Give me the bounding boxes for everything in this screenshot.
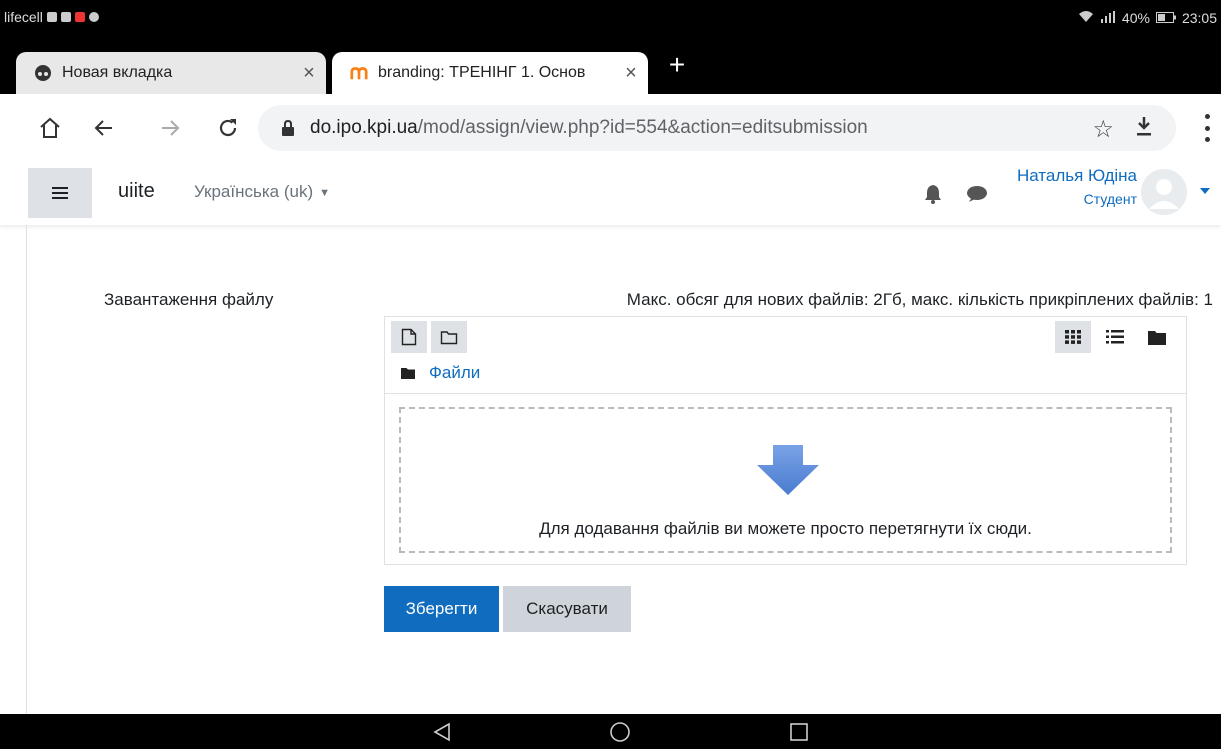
nav-recents-button[interactable]	[787, 720, 811, 744]
chrome-notification-icon	[60, 12, 71, 22]
file-picker: Файли Для додавання файлів ви можете про…	[384, 316, 1187, 565]
folder-icon	[401, 368, 415, 379]
status-left: lifecell	[4, 9, 99, 25]
down-arrow-icon	[757, 445, 819, 495]
nav-back-button[interactable]	[430, 720, 454, 744]
bookmark-star-icon[interactable]: ☆	[1092, 115, 1114, 144]
file-icon	[401, 328, 417, 346]
folder-files-link[interactable]: Файли	[429, 363, 480, 383]
close-tab-icon[interactable]: ×	[292, 62, 326, 85]
lock-icon	[274, 119, 302, 137]
browser-tab-strip: Новая вкладка × branding: ТРЕНІНГ 1. Осн…	[0, 38, 1221, 94]
android-status-bar: lifecell 40% 23:05	[0, 0, 1221, 38]
web-page: uiite Українська (uk) ▼ Наталья Юдіна Сту…	[0, 162, 1221, 714]
tab-title: branding: ТРЕНІНГ 1. Основ	[378, 64, 586, 81]
user-avatar-icon	[1141, 169, 1187, 215]
drop-zone-message: Для додавання файлів ви можете просто пе…	[539, 519, 1032, 538]
breadcrumb: Файли	[401, 361, 480, 385]
folder-icon	[1148, 330, 1166, 345]
battery-percent: 40%	[1121, 9, 1150, 26]
view-list-button[interactable]	[1097, 321, 1133, 353]
upload-limits-text: Макс. обсяг для нових файлів: 2Гб, макс.…	[626, 290, 1213, 309]
android-navigation-bar	[0, 714, 1221, 749]
circle-home-icon	[610, 722, 630, 742]
download-icon[interactable]	[1134, 115, 1154, 143]
messages-icon[interactable]	[966, 185, 988, 203]
back-arrow-icon	[94, 120, 112, 136]
home-icon	[40, 117, 60, 138]
list-view-icon	[1106, 330, 1124, 344]
reload-button[interactable]	[208, 108, 248, 148]
caret-down-icon: ▼	[319, 186, 331, 199]
reload-icon	[219, 119, 237, 137]
site-brand[interactable]: uiite	[118, 180, 155, 203]
user-name[interactable]: Наталья Юдіна	[1017, 166, 1137, 186]
mail-icon	[46, 12, 57, 22]
tab-title: Новая вкладка	[62, 64, 173, 81]
square-recents-icon	[790, 723, 808, 741]
file-picker-toolbar	[385, 317, 1186, 357]
divider	[385, 393, 1186, 394]
signal-icon	[1100, 10, 1116, 26]
message-icon	[88, 12, 99, 22]
hamburger-icon	[52, 187, 68, 199]
forward-arrow-icon	[162, 120, 180, 136]
url-host: do.ipo.kpi.ua	[310, 117, 418, 138]
user-role: Студент	[1083, 191, 1137, 207]
user-menu-caret-icon[interactable]	[1200, 188, 1210, 194]
home-button[interactable]	[30, 108, 70, 148]
grid-view-icon	[1065, 330, 1081, 344]
back-button[interactable]	[84, 108, 124, 148]
nav-home-button[interactable]	[608, 720, 632, 744]
forward-button[interactable]	[150, 108, 190, 148]
incognito-icon	[34, 64, 52, 82]
tab-new-tab[interactable]: Новая вкладка ×	[16, 52, 326, 94]
file-upload-label: Завантаження файлу	[104, 290, 274, 309]
add-file-button[interactable]	[391, 321, 427, 353]
browser-menu-icon[interactable]	[1196, 114, 1218, 142]
language-label: Українська (uk)	[194, 182, 314, 201]
wifi-icon	[1078, 9, 1094, 26]
moodle-navbar: uiite Українська (uk) ▼ Наталья Юдіна Сту…	[0, 162, 1221, 225]
moodle-icon	[350, 64, 368, 82]
clock: 23:05	[1181, 9, 1217, 26]
notifications-bell-icon[interactable]	[924, 184, 942, 204]
create-folder-button[interactable]	[431, 321, 467, 353]
triangle-back-icon	[433, 722, 450, 742]
url-path: /mod/assign/view.php?id=554&action=edits…	[417, 117, 868, 138]
folder-outline-icon	[440, 330, 458, 344]
view-tree-button[interactable]	[1139, 321, 1175, 353]
address-bar[interactable]: do.ipo.kpi.ua/mod/assign/view.php?id=554…	[258, 105, 1176, 151]
view-icons-button[interactable]	[1055, 321, 1091, 353]
status-right: 40% 23:05	[1078, 9, 1217, 26]
drawer-toggle-button[interactable]	[28, 168, 92, 218]
browser-toolbar: do.ipo.kpi.ua/mod/assign/view.php?id=554…	[0, 94, 1221, 162]
new-tab-button[interactable]: +	[664, 51, 690, 79]
carrier-label: lifecell	[4, 9, 43, 25]
avatar[interactable]	[1141, 169, 1187, 215]
app-notification-icon	[74, 12, 85, 22]
cancel-button[interactable]: Скасувати	[503, 586, 631, 632]
language-menu[interactable]: Українська (uk) ▼	[194, 182, 330, 202]
battery-icon	[1155, 10, 1176, 26]
file-drop-zone[interactable]: Для додавання файлів ви можете просто пе…	[399, 407, 1172, 553]
tab-branding[interactable]: branding: ТРЕНІНГ 1. Основ ×	[332, 52, 648, 94]
save-button[interactable]: Зберегти	[384, 586, 499, 632]
close-tab-icon[interactable]: ×	[614, 62, 648, 85]
